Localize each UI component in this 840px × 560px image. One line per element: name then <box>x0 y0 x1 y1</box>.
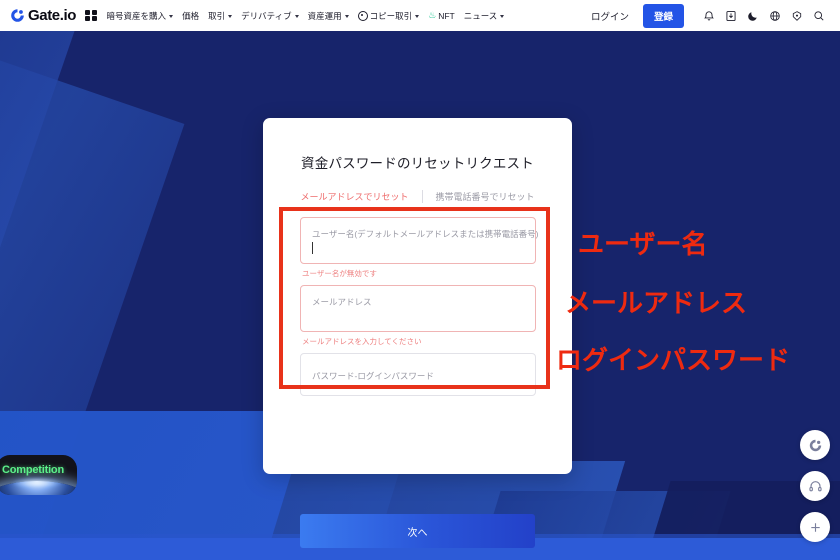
next-button[interactable]: 次へ <box>300 514 535 548</box>
grid-apps-icon[interactable] <box>85 9 97 22</box>
floating-action-buttons <box>800 430 830 542</box>
chevron-down-icon <box>500 15 505 18</box>
copy-trade-icon <box>357 10 368 21</box>
bell-icon[interactable] <box>698 5 720 27</box>
nav-item-buy-crypto[interactable]: 暗号資産を購入 <box>107 10 174 22</box>
nav-item-news[interactable]: ニュース <box>464 10 505 22</box>
nav-item-derivatives[interactable]: デリバティブ <box>241 10 299 22</box>
reset-password-modal: 資金パスワードのリセットリクエスト メールアドレスでリセット 携帯電話番号でリセ… <box>263 118 572 548</box>
chevron-down-icon <box>169 15 174 18</box>
search-icon[interactable] <box>808 5 830 27</box>
email-error-message: メールアドレスを入力してください <box>302 337 422 346</box>
text-cursor <box>312 242 313 254</box>
competition-label: Competition <box>2 464 64 476</box>
support-icon[interactable] <box>786 5 808 27</box>
email-placeholder: メールアドレス <box>312 297 372 307</box>
download-icon[interactable] <box>720 5 742 27</box>
chevron-down-icon <box>344 15 349 18</box>
chevron-down-icon <box>415 15 420 18</box>
support-chat-button[interactable] <box>800 471 830 501</box>
nav-item-nft[interactable]: ♨ NFT <box>428 11 455 21</box>
annotation-label-password: ログインパスワード <box>556 345 791 375</box>
username-field[interactable]: ユーザー名(デフォルトメールアドレスまたは携帯電話番号) <box>300 217 539 264</box>
login-link[interactable]: ログイン <box>591 9 629 23</box>
moon-icon[interactable] <box>742 5 764 27</box>
gate-ring-icon <box>10 8 25 23</box>
competition-promo-banner[interactable]: Competition <box>0 455 77 495</box>
register-button[interactable]: 登録 <box>642 3 684 28</box>
site-logo[interactable]: Gate.io <box>10 7 76 24</box>
nav-item-trade[interactable]: 取引 <box>208 10 233 22</box>
username-error-message: ユーザー名が無効です <box>302 269 377 278</box>
tab-reset-by-email[interactable]: メールアドレスでリセット <box>287 190 421 203</box>
gate-ring-icon <box>808 438 823 453</box>
username-placeholder: ユーザー名(デフォルトメールアドレスまたは携帯電話番号) <box>312 229 539 239</box>
headset-icon <box>808 479 823 494</box>
nav-item-price[interactable]: 価格 <box>182 10 199 22</box>
header-actions: ログイン 登録 <box>591 3 830 28</box>
nav-item-copy-trading[interactable]: コピー取引 <box>357 10 420 22</box>
top-navigation-bar: Gate.io 暗号資産を購入 価格 取引 デリバティブ 資産運用 コピー取引 <box>0 0 840 31</box>
chevron-down-icon <box>228 15 233 18</box>
plus-icon <box>808 520 823 535</box>
password-placeholder: パスワード-ログインパスワード <box>312 371 434 381</box>
tab-reset-by-phone[interactable]: 携帯電話番号でリセット <box>423 190 548 203</box>
gate-refresh-button[interactable] <box>800 430 830 460</box>
chevron-down-icon <box>294 15 299 18</box>
globe-icon[interactable] <box>764 5 786 27</box>
page-title: 資金パスワードのリセットリクエスト <box>301 156 534 171</box>
annotation-label-username: ユーザー名 <box>578 229 708 259</box>
reset-method-tabs: メールアドレスでリセット 携帯電話番号でリセット <box>263 190 572 203</box>
nav-item-earn[interactable]: 資産運用 <box>308 10 349 22</box>
horizon-highlight <box>12 477 62 489</box>
logo-wordmark: Gate.io <box>28 7 77 24</box>
password-field[interactable]: パスワード-ログインパスワード <box>300 353 536 396</box>
expand-button[interactable] <box>800 512 830 542</box>
reset-form: ユーザー名(デフォルトメールアドレスまたは携帯電話番号) ユーザー名が無効です … <box>300 217 539 396</box>
annotation-label-email: メールアドレス <box>565 288 748 318</box>
flame-icon: ♨ <box>428 10 437 20</box>
main-nav: 暗号資産を購入 価格 取引 デリバティブ 資産運用 コピー取引 ♨ NFT ニュ <box>107 10 505 22</box>
email-field[interactable]: メールアドレス <box>300 285 536 332</box>
